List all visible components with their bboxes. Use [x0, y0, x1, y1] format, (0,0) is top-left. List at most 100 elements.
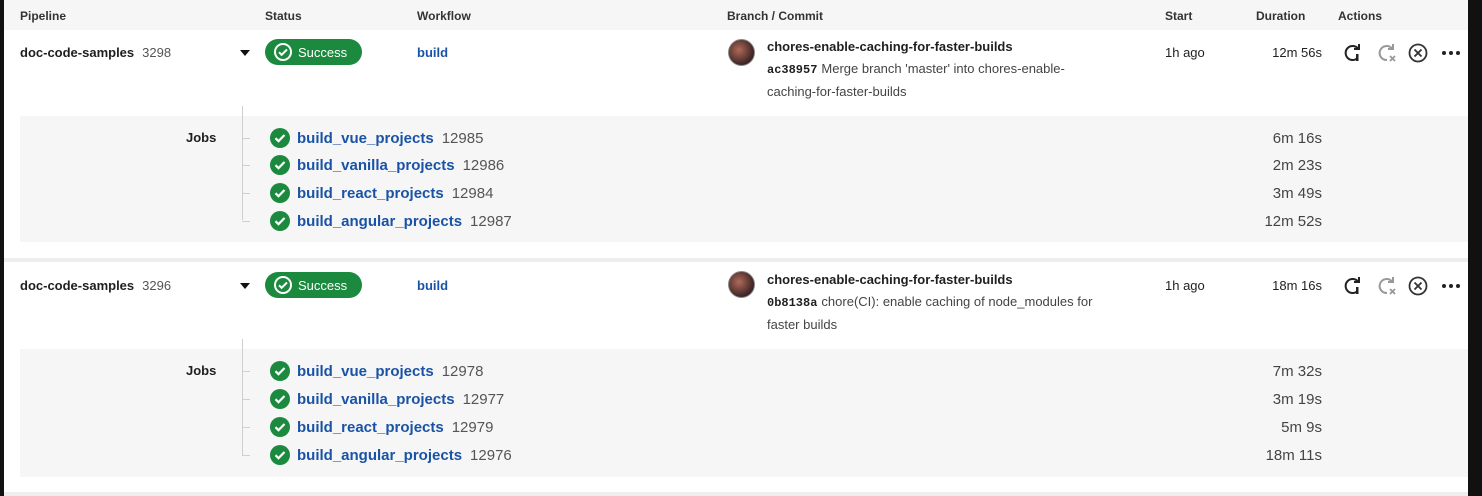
job-row: build_angular_projects 12987 12m 52s	[20, 207, 1468, 235]
avatar[interactable]	[728, 271, 755, 298]
status-label: Success	[298, 45, 348, 60]
job-name-text: build_vanilla_projects	[297, 157, 455, 174]
check-circle-icon	[270, 389, 290, 409]
tree-branch	[242, 399, 250, 400]
header-branch-commit: Branch / Commit	[727, 9, 824, 23]
row-separator	[4, 492, 1468, 496]
pipeline-name[interactable]: doc-code-samples 3298	[20, 45, 171, 60]
job-name[interactable]: build_vue_projects 12978	[297, 363, 483, 380]
job-row: build_vue_projects 12985 6m 16s	[20, 124, 1468, 152]
status-badge[interactable]: Success	[265, 39, 362, 65]
check-circle-icon	[270, 155, 290, 175]
job-name[interactable]: build_angular_projects 12976	[297, 447, 512, 464]
check-circle-icon	[270, 417, 290, 437]
pipeline-start: 1h ago	[1165, 45, 1205, 60]
commit-info: ac38957 Merge branch 'master' into chores…	[767, 58, 1107, 102]
job-name-text: build_vue_projects	[297, 363, 434, 380]
jobs-panel: Jobs build_vue_projects 12978 7m 32s buil…	[20, 339, 1468, 477]
status-badge[interactable]: Success	[265, 272, 362, 298]
job-name[interactable]: build_react_projects 12979	[297, 419, 493, 436]
job-name[interactable]: build_vue_projects 12985	[297, 130, 483, 147]
job-id: 12985	[441, 130, 484, 147]
header-status: Status	[265, 9, 302, 23]
more-icon[interactable]	[1440, 275, 1462, 297]
commit-info: 0b8138a chore(CI): enable caching of node…	[767, 291, 1107, 335]
header-actions: Actions	[1338, 9, 1383, 23]
window-right-edge	[1468, 0, 1482, 496]
pipeline-row: doc-code-samples 3298 Success build chore…	[4, 30, 1468, 258]
job-name-text: build_angular_projects	[297, 447, 463, 464]
check-circle-icon	[270, 445, 290, 465]
commit-sha[interactable]: 0b8138a	[767, 296, 817, 310]
rerun-failed-icon[interactable]	[1376, 42, 1398, 64]
avatar[interactable]	[728, 39, 755, 66]
rerun-icon[interactable]	[1342, 42, 1364, 64]
job-id: 12979	[451, 419, 494, 436]
pipeline-name[interactable]: doc-code-samples 3296	[20, 278, 171, 293]
job-duration: 3m 19s	[1272, 391, 1322, 408]
job-row: build_vue_projects 12978 7m 32s	[20, 357, 1468, 385]
header-workflow: Workflow	[417, 9, 471, 23]
job-id: 12986	[462, 157, 505, 174]
branch-name[interactable]: chores-enable-caching-for-faster-builds	[767, 272, 1013, 287]
pipeline-duration: 18m 16s	[1272, 278, 1322, 293]
check-circle-icon	[274, 276, 292, 294]
table-header: Pipeline Status Workflow Branch / Commit…	[4, 0, 1468, 30]
check-circle-icon	[270, 361, 290, 381]
rerun-failed-icon[interactable]	[1376, 275, 1398, 297]
check-circle-icon	[270, 211, 290, 231]
expand-caret-icon[interactable]	[240, 50, 250, 56]
job-duration: 12m 52s	[1264, 213, 1322, 230]
rerun-icon[interactable]	[1342, 275, 1364, 297]
job-name[interactable]: build_react_projects 12984	[297, 185, 493, 202]
cancel-icon[interactable]	[1407, 42, 1429, 64]
job-duration: 18m 11s	[1265, 447, 1322, 464]
job-name[interactable]: build_vanilla_projects 12977	[297, 391, 504, 408]
tree-branch	[242, 455, 250, 456]
job-duration: 2m 23s	[1272, 157, 1322, 174]
pipeline-id: 3296	[142, 278, 172, 293]
pipeline-name-text: doc-code-samples	[20, 45, 135, 60]
job-row: build_react_projects 12984 3m 49s	[20, 179, 1468, 207]
job-name[interactable]: build_angular_projects 12987	[297, 213, 512, 230]
job-id: 12984	[451, 185, 494, 202]
job-row: build_angular_projects 12976 18m 11s	[20, 441, 1468, 469]
job-name-text: build_vanilla_projects	[297, 391, 455, 408]
job-name-text: build_angular_projects	[297, 213, 463, 230]
branch-name[interactable]: chores-enable-caching-for-faster-builds	[767, 39, 1013, 54]
tree-branch	[242, 221, 250, 222]
job-name-text: build_react_projects	[297, 419, 444, 436]
job-id: 12987	[470, 213, 512, 230]
pipeline-start: 1h ago	[1165, 278, 1205, 293]
job-name-text: build_react_projects	[297, 185, 444, 202]
job-id: 12976	[470, 447, 512, 464]
job-duration: 6m 16s	[1272, 130, 1322, 147]
tree-branch	[242, 371, 250, 372]
tree-branch	[242, 427, 250, 428]
job-name[interactable]: build_vanilla_projects 12986	[297, 157, 504, 174]
more-icon[interactable]	[1440, 42, 1462, 64]
job-id: 12977	[462, 391, 505, 408]
job-row: build_vanilla_projects 12986 2m 23s	[20, 151, 1468, 179]
commit-sha[interactable]: ac38957	[767, 63, 817, 77]
cancel-icon[interactable]	[1407, 275, 1429, 297]
jobs-panel: Jobs build_vue_projects 12985 6m 16s buil…	[20, 106, 1468, 242]
header-start: Start	[1165, 9, 1193, 23]
tree-branch	[242, 193, 250, 194]
job-row: build_vanilla_projects 12977 3m 19s	[20, 385, 1468, 413]
pipeline-id: 3298	[142, 45, 172, 60]
job-duration: 5m 9s	[1281, 419, 1322, 436]
check-circle-icon	[274, 43, 292, 61]
check-circle-icon	[270, 183, 290, 203]
workflow-link[interactable]: build	[417, 278, 448, 293]
pipeline-duration: 12m 56s	[1272, 45, 1322, 60]
job-id: 12978	[441, 363, 484, 380]
workflow-link[interactable]: build	[417, 45, 448, 60]
job-row: build_react_projects 12979 5m 9s	[20, 413, 1468, 441]
pipeline-row: doc-code-samples 3296 Success build chore…	[4, 262, 1468, 492]
tree-branch	[242, 165, 250, 166]
status-label: Success	[298, 278, 348, 293]
job-duration: 3m 49s	[1272, 185, 1322, 202]
expand-caret-icon[interactable]	[240, 283, 250, 289]
job-duration: 7m 32s	[1272, 363, 1322, 380]
